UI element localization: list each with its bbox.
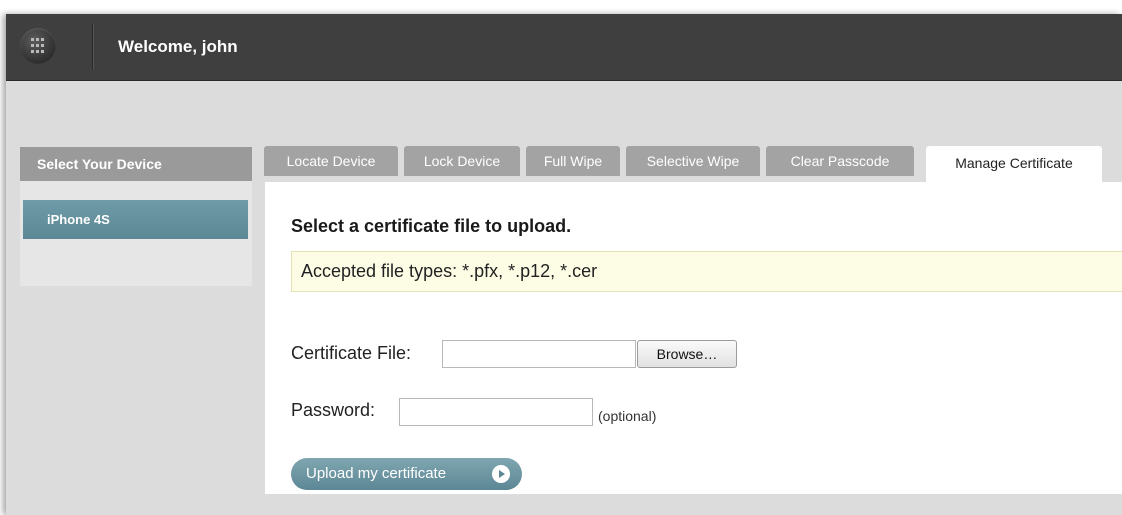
tab-clear-passcode[interactable]: Clear Passcode (766, 146, 914, 176)
page-title: Select a certificate file to upload. (291, 216, 572, 236)
browse-button[interactable]: Browse… (637, 340, 737, 368)
tab-selective-wipe[interactable]: Selective Wipe (626, 146, 760, 176)
arrow-right-icon (492, 465, 510, 483)
certificate-file-input[interactable] (442, 340, 636, 368)
header-divider (92, 24, 93, 70)
sidebar-title: Select Your Device (20, 147, 252, 181)
accepted-types-notice: Accepted file types: *.pfx, *.p12, *.cer (291, 251, 1122, 292)
device-sidebar: Select Your Device iPhone 4S (20, 147, 252, 286)
top-bar: Welcome, john (6, 14, 1122, 81)
grid-logo-icon[interactable] (20, 28, 56, 64)
certificate-panel: Select a certificate file to upload. Acc… (265, 182, 1122, 494)
tab-full-wipe[interactable]: Full Wipe (526, 146, 620, 176)
welcome-text: Welcome, john (118, 37, 238, 56)
certificate-file-label: Certificate File: (291, 343, 412, 363)
upload-certificate-button[interactable]: Upload my certificate (291, 458, 522, 490)
optional-note: (optional) (598, 408, 657, 424)
tab-manage-certificate[interactable]: Manage Certificate (926, 146, 1102, 183)
tab-lock-device[interactable]: Lock Device (404, 146, 520, 176)
app-window: Welcome, john Select Your Device iPhone … (6, 14, 1122, 515)
password-input[interactable] (399, 398, 593, 426)
device-item-iphone-4s[interactable]: iPhone 4S (23, 200, 248, 239)
password-label: Password: (291, 400, 376, 420)
upload-button-label: Upload my certificate (306, 465, 447, 482)
tab-locate-device[interactable]: Locate Device (264, 146, 398, 176)
